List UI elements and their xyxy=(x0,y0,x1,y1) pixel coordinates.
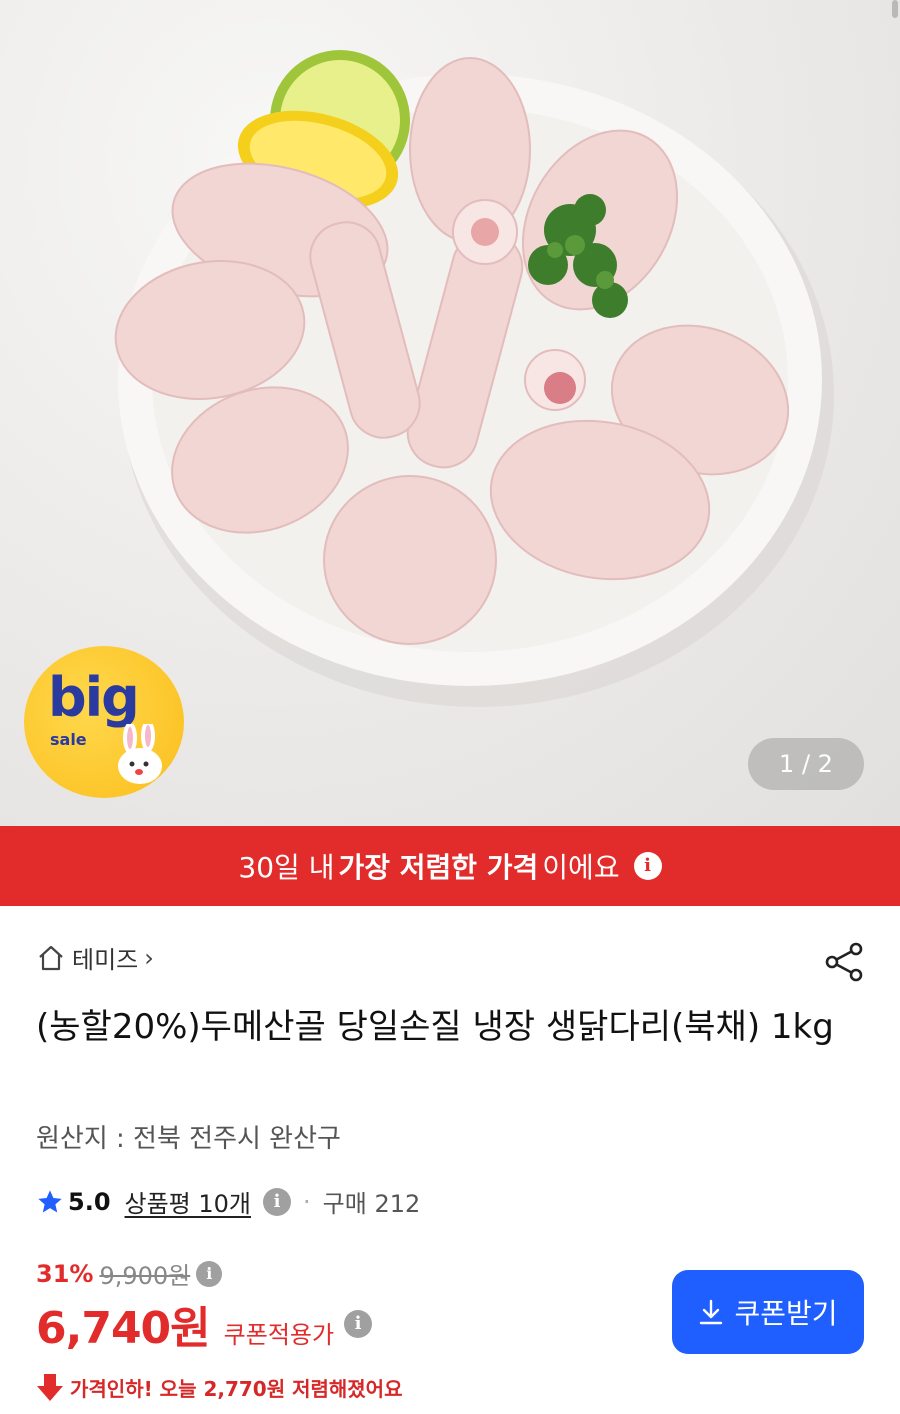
pager-total: 2 xyxy=(817,750,833,778)
price-drop-text: 가격인하! 오늘 2,770원 저렴해졌어요 xyxy=(70,1376,403,1401)
price-info-icon[interactable]: i xyxy=(196,1260,223,1287)
share-icon[interactable] xyxy=(822,940,866,984)
info-icon[interactable]: i xyxy=(633,852,662,880)
price-drop-notice: 가격인하! 오늘 2,770원 저렴해졌어요 xyxy=(36,1372,402,1402)
big-sale-badge: big sale xyxy=(24,646,184,798)
pager-divider: / xyxy=(801,750,818,778)
rating-score: 5.0 xyxy=(68,1187,111,1216)
star-icon xyxy=(38,1189,62,1212)
get-coupon-label: 쿠폰받기 xyxy=(734,1297,838,1330)
scrollbar-thumb[interactable] xyxy=(892,0,898,18)
badge-big-text: big xyxy=(48,666,140,729)
down-arrow-icon xyxy=(37,1374,63,1401)
sale-price: 6,740원 xyxy=(36,1303,211,1354)
banner-suffix: 이에요 xyxy=(542,851,620,884)
reviews-link[interactable]: 상품평 10개 xyxy=(125,1184,252,1219)
pager-current: 1 xyxy=(779,750,795,778)
help-icon[interactable]: i xyxy=(263,1187,292,1216)
store-link[interactable]: 테미즈 › xyxy=(36,940,154,975)
original-price: 9,900원 xyxy=(99,1262,191,1290)
product-origin: 원산지 : 전북 전주시 완산구 xyxy=(36,1124,341,1154)
home-icon xyxy=(39,945,63,970)
coupon-price-label: 쿠폰적용가 xyxy=(223,1321,335,1349)
image-pager: 1 / 2 xyxy=(748,738,864,790)
separator-dot: · xyxy=(303,1187,311,1216)
download-icon xyxy=(700,1299,723,1325)
chevron-right-icon: › xyxy=(144,943,154,972)
purchase-count: 구매 212 xyxy=(322,1190,421,1218)
price-row: 6,740원 쿠폰적용가 i xyxy=(36,1292,373,1356)
badge-sale-text: sale xyxy=(50,730,87,749)
coupon-info-icon[interactable]: i xyxy=(344,1310,373,1338)
rating-summary: 5.0 상품평 10개 i · 구매 212 xyxy=(36,1184,420,1219)
banner-prefix: 30일 내 xyxy=(238,851,335,884)
discount-row: 31% 9,900원 i xyxy=(36,1256,223,1291)
get-coupon-button[interactable]: 쿠폰받기 xyxy=(672,1270,864,1354)
product-title: (농할20%)두메산골 당일손질 냉장 생닭다리(북채) 1kg xyxy=(36,1007,834,1047)
lowest-price-banner[interactable]: 30일 내 가장 저렴한 가격 이에요 i xyxy=(0,826,900,906)
banner-highlight: 가장 저렴한 가격 xyxy=(338,851,539,884)
bunny-icon xyxy=(118,724,162,784)
product-image-carousel[interactable]: big sale 1 / 2 xyxy=(0,0,900,826)
store-name: 테미즈 xyxy=(72,946,139,974)
discount-percent: 31% xyxy=(36,1259,94,1288)
